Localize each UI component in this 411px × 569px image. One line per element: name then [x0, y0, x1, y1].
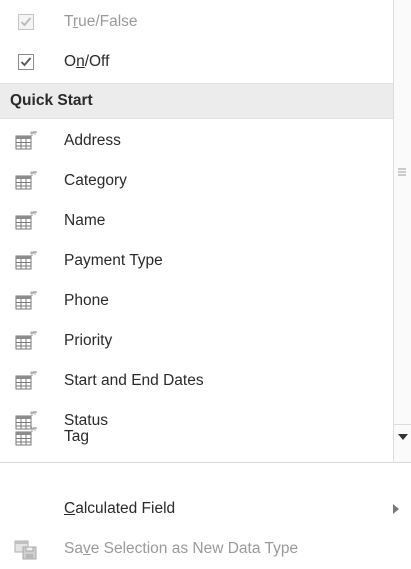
save-data-type-icon [14, 540, 37, 560]
menu-item-priority[interactable]: Priority [0, 321, 393, 361]
menu-item-label: Calculated Field [64, 500, 176, 517]
chevron-down-icon [397, 433, 408, 440]
menu-item-gutter [0, 529, 52, 569]
menu-item-label: Category [64, 172, 127, 189]
menu-item-label: Payment Type [64, 252, 163, 269]
section-header-quick-start: Quick Start [0, 83, 393, 119]
menu-item-gutter [0, 321, 52, 361]
menu-item-true-false[interactable]: True/False [0, 2, 393, 42]
menu-item-label: Priority [64, 332, 113, 349]
submenu-arrow-icon [393, 504, 399, 514]
table-field-icon [15, 371, 37, 390]
menu-item-gutter [0, 42, 52, 82]
menu-item-address[interactable]: Address [0, 121, 393, 161]
menu-item-label: Address [64, 132, 121, 149]
menu-item-category[interactable]: Category [0, 161, 393, 201]
table-field-icon [15, 291, 37, 310]
section-header-label: Quick Start [10, 92, 93, 109]
menu-divider [0, 462, 411, 463]
table-field-icon [15, 331, 37, 350]
menu-item-label: On/Off [64, 53, 110, 70]
menu-item-gutter [0, 241, 52, 281]
menu-item-gutter [0, 2, 52, 42]
menu-item-label: Save Selection as New Data Type [64, 540, 299, 557]
menu-item-payment-type[interactable]: Payment Type [0, 241, 393, 281]
menu-item-label: Start and End Dates [64, 372, 204, 389]
menu-scrollbar[interactable] [393, 0, 411, 462]
menu-item-on-off[interactable]: On/Off [0, 42, 393, 82]
menu-item-gutter [0, 161, 52, 201]
table-field-icon [15, 131, 37, 150]
menu-item-tag-row[interactable]: Tag [0, 417, 393, 457]
menu-item-start-and-end-dates[interactable]: Start and End Dates [0, 361, 393, 401]
menu-item-gutter [0, 417, 52, 457]
field-type-dropdown-menu: True/False On/Off Quick Start Address Ca… [0, 0, 411, 565]
table-field-icon [15, 211, 37, 230]
checkbox-icon [18, 14, 34, 30]
checkbox-icon [18, 54, 34, 70]
menu-item-label: Name [64, 212, 106, 229]
menu-item-name[interactable]: Name [0, 201, 393, 241]
menu-item-label: Tag [64, 428, 89, 445]
menu-item-gutter [0, 121, 52, 161]
menu-item-label: Phone [64, 292, 109, 309]
table-field-icon [15, 427, 37, 446]
scrollbar-grip-icon [398, 168, 406, 176]
table-field-icon [15, 171, 37, 190]
menu-item-save-selection-as-new-data-type[interactable]: Save Selection as New Data Type [0, 529, 393, 569]
menu-item-gutter [0, 361, 52, 401]
menu-item-phone[interactable]: Phone [0, 281, 393, 321]
table-field-icon [15, 251, 37, 270]
menu-item-calculated-field[interactable]: Calculated Field [0, 489, 393, 529]
menu-item-gutter [0, 201, 52, 241]
menu-item-gutter [0, 489, 52, 529]
scroll-down-button[interactable] [393, 424, 411, 448]
menu-item-label: True/False [64, 13, 138, 30]
menu-item-gutter [0, 281, 52, 321]
